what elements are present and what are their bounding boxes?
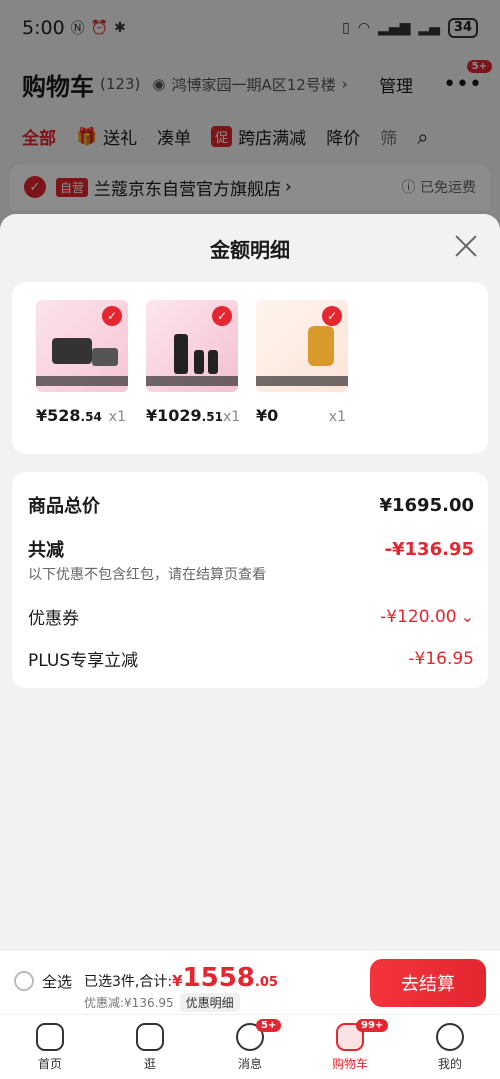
product-qty: x1 [108, 409, 126, 425]
nav-label: 首页 [37, 1057, 62, 1071]
selected-check-icon: ✓ [102, 306, 122, 326]
price-main: ¥528 [36, 406, 81, 425]
product-image: ✓ [146, 300, 238, 392]
chevron-down-icon: ⌄ [460, 607, 474, 626]
nav-home[interactable]: 首页 [0, 1015, 100, 1079]
nav-label: 消息 [237, 1057, 262, 1071]
total-main: 1558 [182, 963, 255, 993]
currency-symbol: ¥ [172, 972, 183, 990]
nav-label: 逛 [143, 1057, 156, 1071]
nav-label: 我的 [437, 1057, 462, 1071]
nav-me[interactable]: 我的 [400, 1015, 500, 1079]
discount-info: 优惠减:¥136.95 优惠明细 [84, 993, 240, 1012]
selected-check-icon: ✓ [212, 306, 232, 326]
discount-text: 优惠减:¥136.95 [84, 996, 174, 1010]
home-icon [36, 1023, 64, 1051]
nav-messages[interactable]: 消息 5+ [200, 1015, 300, 1079]
nav-label: 购物车 [331, 1057, 368, 1071]
selected-check-icon: ✓ [322, 306, 342, 326]
message-badge: 5+ [256, 1019, 282, 1032]
price-decimal: .54 [80, 410, 102, 424]
product-price: ¥528.54 x1 [36, 406, 136, 425]
selected-text: 已选3件,合计: [84, 974, 173, 990]
checkout-bar: 全选 已选3件,合计: ¥ 1558 .05 优惠减:¥136.95 优惠明细 … [0, 950, 500, 1014]
plus-label: PLUS专享立减 [28, 651, 139, 671]
cart-badge: 99+ [356, 1019, 389, 1032]
product-shape [174, 334, 188, 374]
nav-explore[interactable]: 逛 [100, 1015, 200, 1079]
product-banner [256, 376, 348, 386]
product-qty: x1 [222, 409, 241, 425]
coupon-value: -¥120.00 [380, 606, 457, 627]
reduction-value: -¥136.95 [384, 538, 474, 560]
price-main: ¥1029 [146, 406, 202, 425]
product-item[interactable]: ✓ ¥1029.51 x1 [146, 300, 246, 425]
product-item[interactable]: ✓ ¥528.54 x1 [36, 300, 136, 425]
nav-cart[interactable]: 购物车 99+ [300, 1015, 400, 1079]
product-image: ✓ [36, 300, 128, 392]
total-price-value: ¥1695.00 [379, 494, 474, 516]
product-shape [308, 326, 334, 366]
product-banner [36, 376, 128, 386]
amount-summary: 商品总价 ¥1695.00 共减 -¥136.95 以下优惠不包含红包，请在结算… [12, 472, 488, 688]
product-qty: x1 [328, 409, 346, 425]
total-price-label: 商品总价 [28, 496, 100, 517]
product-strip: ✓ ¥528.54 x1 ✓ ¥1029.51 x1 ✓ ¥0 x1 [12, 282, 488, 454]
product-item[interactable]: ✓ ¥0 x1 [256, 300, 356, 425]
product-image: ✓ [256, 300, 348, 392]
coupon-row[interactable]: 优惠券 -¥120.00 ⌄ [28, 604, 474, 630]
coupon-label: 优惠券 [28, 609, 79, 629]
product-price: ¥1029.51 x1 [146, 406, 246, 425]
reduction-note: 以下优惠不包含红包，请在结算页查看 [28, 567, 266, 583]
bottom-nav: 首页 逛 消息 5+ 购物车 99+ 我的 [0, 1014, 500, 1079]
overlay-mask[interactable] [0, 0, 500, 240]
select-all-label[interactable]: 全选 [42, 971, 72, 992]
reduction-row: 共减 -¥136.95 [28, 536, 474, 562]
profile-icon [436, 1023, 464, 1051]
product-banner [146, 376, 238, 386]
total-amount: 已选3件,合计: ¥ 1558 .05 [84, 963, 278, 993]
product-shape [92, 348, 118, 366]
price-main: ¥0 [256, 406, 279, 425]
plus-row: PLUS专享立减 -¥16.95 [28, 646, 474, 672]
product-shape [52, 338, 92, 364]
discount-detail-button[interactable]: 优惠明细 [179, 993, 240, 1012]
reduction-label: 共减 [28, 540, 64, 561]
close-icon[interactable] [452, 232, 480, 260]
checkout-button[interactable]: 去结算 [370, 959, 486, 1007]
plus-value: -¥16.95 [408, 648, 474, 669]
total-decimal: .05 [254, 975, 278, 990]
select-all-radio[interactable] [14, 971, 34, 991]
product-price: ¥0 x1 [256, 406, 356, 425]
explore-icon [136, 1023, 164, 1051]
product-shape [194, 350, 204, 374]
product-shape [208, 350, 218, 374]
total-price-row: 商品总价 ¥1695.00 [28, 492, 474, 518]
sheet-title: 金额明细 [210, 238, 290, 262]
amount-detail-sheet: 金额明细 ✓ ¥528.54 x1 ✓ ¥1029.51 x1 ✓ ¥0 x1 … [0, 214, 500, 950]
price-decimal: .51 [201, 410, 223, 424]
